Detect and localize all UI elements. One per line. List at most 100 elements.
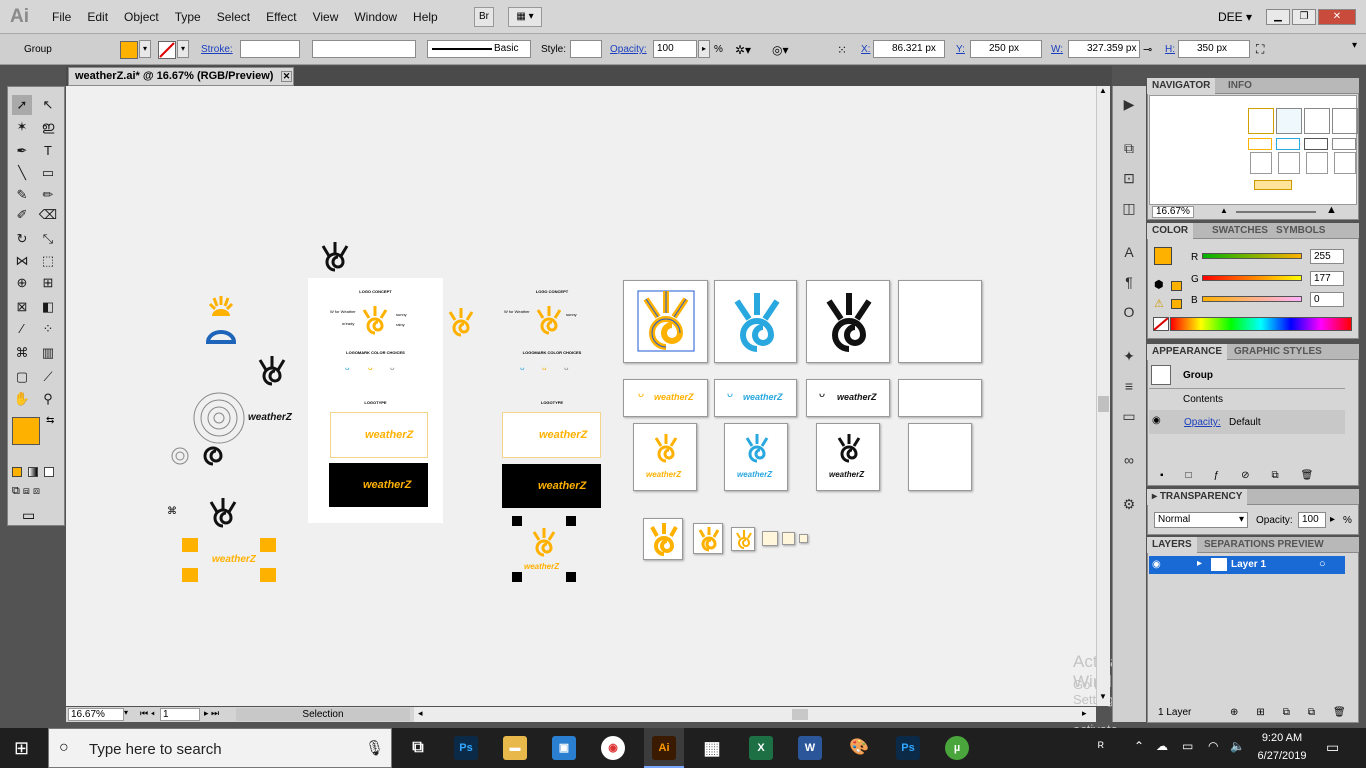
scroll-left-icon[interactable]: ◂	[418, 708, 423, 719]
type-tool-icon[interactable]: T	[38, 141, 58, 161]
next-artboard-icon[interactable]: ▸ ⏭	[204, 708, 219, 719]
menu-select[interactable]: Select	[209, 10, 258, 24]
blend-tool-icon[interactable]: ⁘	[38, 319, 58, 339]
menu-view[interactable]: View	[305, 10, 347, 24]
action-center-icon[interactable]: ▭	[1326, 739, 1339, 756]
concept-board-1[interactable]: LOGO CONCEPT W for Weather w'eady sunny …	[308, 278, 443, 523]
stacked-logo-orange[interactable]: weatherZ	[633, 423, 697, 491]
bridge-button[interactable]: Br	[474, 7, 494, 27]
close-document-icon[interactable]: ✕	[281, 71, 292, 82]
menu-effect[interactable]: Effect	[258, 10, 304, 24]
illustrator-taskbar-icon[interactable]: Ai	[652, 736, 676, 760]
logo-sketch-2[interactable]	[256, 356, 288, 388]
app-icon-xsmall[interactable]	[762, 531, 778, 546]
width-tool-icon[interactable]: ⋈	[12, 251, 32, 271]
gradient-panel-icon[interactable]: ▭	[1119, 406, 1139, 426]
workspace-switcher[interactable]: DEE ▾	[1218, 10, 1252, 24]
excel-icon[interactable]: X	[749, 736, 773, 760]
icon-tile-black[interactable]	[806, 280, 890, 363]
image-trace-panel-icon[interactable]: ⚙	[1119, 494, 1139, 514]
menu-window[interactable]: Window	[346, 10, 405, 24]
tab-navigator[interactable]: NAVIGATOR	[1147, 78, 1216, 94]
appearance-footer-icons[interactable]: ▪□ƒ⊘⧉🗑	[1160, 470, 1335, 481]
menu-file[interactable]: File	[44, 10, 79, 24]
appearance-contents[interactable]: Contents	[1183, 394, 1223, 405]
artboards-panel-icon[interactable]: ⧉	[1119, 138, 1139, 158]
x-field[interactable]: 86.321 px	[873, 40, 945, 58]
standalone-mark[interactable]	[446, 308, 476, 338]
free-transform-tool-icon[interactable]: ⬚	[38, 251, 58, 271]
paintbrush-tool-icon[interactable]: ✎	[12, 185, 32, 205]
brush-definition[interactable]: Basic	[427, 40, 531, 58]
transform-icon[interactable]: ⛶	[1256, 42, 1264, 57]
horizontal-scroll-thumb[interactable]	[792, 709, 808, 720]
blend-mode-select[interactable]: Normal ▾	[1154, 512, 1248, 528]
perspective-grid-tool-icon[interactable]: ⊞	[38, 273, 58, 293]
r-slider[interactable]	[1202, 253, 1302, 259]
tab-separations-preview[interactable]: SEPARATIONS PREVIEW	[1199, 537, 1329, 553]
artboard-canvas[interactable]: weatherZ ⌘ weatherZ LOGO CONCEPT W for W…	[66, 86, 1142, 752]
menu-help[interactable]: Help	[405, 10, 446, 24]
layer-name[interactable]: Layer 1	[1231, 559, 1266, 570]
clock-date[interactable]: 6/27/2019	[1252, 750, 1312, 762]
zoom-tool-icon[interactable]: ⚲	[38, 389, 58, 409]
navigator-preview[interactable]	[1149, 95, 1358, 205]
y-label[interactable]: Y:	[956, 44, 965, 55]
battery-icon[interactable]: ▭	[1182, 739, 1193, 753]
opentype-panel-icon[interactable]: O	[1119, 302, 1139, 322]
navigator-zoom-slider[interactable]	[1236, 211, 1316, 213]
pen-tool-icon[interactable]: ✒	[12, 141, 32, 161]
small-spiral-outline[interactable]	[170, 446, 190, 466]
magic-wand-tool-icon[interactable]: ✶	[12, 117, 32, 137]
appearance-opacity-row[interactable]: ◉ Opacity: Default	[1149, 410, 1345, 434]
menu-type[interactable]: Type	[167, 10, 209, 24]
icon-tile-orange-selected[interactable]	[623, 280, 708, 363]
tab-symbols[interactable]: SYMBOLS	[1271, 223, 1330, 239]
close-button[interactable]: ✕	[1318, 9, 1356, 25]
gamut-color-chip[interactable]	[1171, 281, 1182, 291]
shape-builder-tool-icon[interactable]: ⊕	[12, 273, 32, 293]
scroll-down-icon[interactable]: ▼	[1097, 692, 1109, 701]
scroll-up-icon[interactable]: ▲	[1097, 86, 1109, 95]
web-safe-warning-icon[interactable]: ⚠	[1154, 297, 1164, 310]
zoom-in-icon[interactable]: ▲	[1326, 204, 1337, 216]
layers-footer-icons[interactable]: ⊕⊞⧉⧉🗑	[1230, 707, 1364, 718]
concept-board-2[interactable]: LOGO CONCEPT W for Weather sunny LOGOMAR…	[502, 282, 602, 514]
slice-tool-icon[interactable]: ⟋	[38, 367, 58, 387]
recolor-artwork-icon[interactable]: ✲▾	[735, 43, 751, 57]
none-mode-icon[interactable]	[44, 467, 54, 477]
eyedropper-tool-icon[interactable]: ⁄	[12, 319, 32, 339]
transform-panel-icon[interactable]: ⊡	[1119, 168, 1139, 188]
variable-width-profile[interactable]	[312, 40, 416, 58]
navigator-zoom-field[interactable]: 16.67%	[1152, 206, 1194, 218]
screen-mode-icon[interactable]: ▭	[22, 507, 35, 524]
wifi-icon[interactable]: ◠	[1208, 739, 1218, 753]
tiny-logo-sketch[interactable]: ⌘	[167, 506, 177, 517]
symbol-sprayer-tool-icon[interactable]: ⌘	[12, 343, 32, 363]
eraser-tool-icon[interactable]: ⌫	[38, 205, 58, 225]
tab-swatches[interactable]: SWATCHES	[1207, 223, 1273, 239]
none-color-icon[interactable]	[1153, 317, 1169, 331]
tab-info[interactable]: INFO	[1223, 78, 1257, 94]
hand-tool-icon[interactable]: ✋	[12, 389, 32, 409]
color-mode-icon[interactable]	[12, 467, 22, 477]
stroke-panel-icon[interactable]: ≡	[1119, 376, 1139, 396]
control-menu-icon[interactable]: ▾	[1352, 40, 1357, 51]
line-tool-icon[interactable]: ╲	[12, 163, 32, 183]
color-panel-fill-swatch[interactable]	[1154, 247, 1172, 265]
drawing-modes-icon[interactable]: ⧉ ⧈ ⧇	[12, 485, 40, 498]
app-icon-xxsmall[interactable]	[782, 532, 795, 545]
w-label[interactable]: W:	[1051, 44, 1063, 55]
layer-target-icon[interactable]: ○	[1319, 558, 1326, 570]
current-tool-status[interactable]: Selection	[236, 708, 410, 721]
w-field[interactable]: 327.359 px	[1068, 40, 1140, 58]
gradient-mode-icon[interactable]	[28, 467, 38, 477]
horizontal-scrollbar[interactable]: ◂ ▸	[414, 707, 1096, 722]
paragraph-panel-icon[interactable]: ¶	[1119, 272, 1139, 292]
horizontal-logo-blue[interactable]: ᵕ weatherZ	[714, 379, 797, 417]
layer-expand-icon[interactable]: ▸	[1197, 558, 1202, 569]
mesh-tool-icon[interactable]: ⊠	[12, 297, 32, 317]
transparency-opacity-arrow[interactable]: ▸	[1330, 514, 1335, 525]
stroke-weight-field[interactable]	[240, 40, 300, 58]
align-icon[interactable]: ◎▾	[772, 43, 789, 57]
